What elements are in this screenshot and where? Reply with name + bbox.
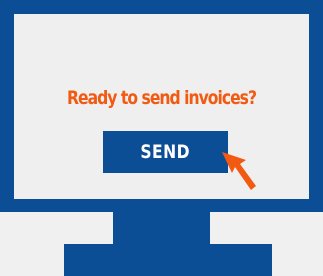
monitor-stand-base: [64, 244, 272, 276]
mouse-pointer-arrow-icon: [222, 152, 256, 190]
monitor-frame: Ready to send invoices? SEND: [0, 0, 323, 212]
monitor-stand-neck: [113, 212, 210, 244]
send-invoices-prompt: Ready to send invoices?: [66, 87, 257, 109]
illustration: Ready to send invoices? SEND: [0, 0, 323, 276]
send-button-label: SEND: [140, 141, 191, 163]
monitor-screen: Ready to send invoices? SEND: [14, 14, 309, 199]
send-button[interactable]: SEND: [103, 131, 228, 173]
